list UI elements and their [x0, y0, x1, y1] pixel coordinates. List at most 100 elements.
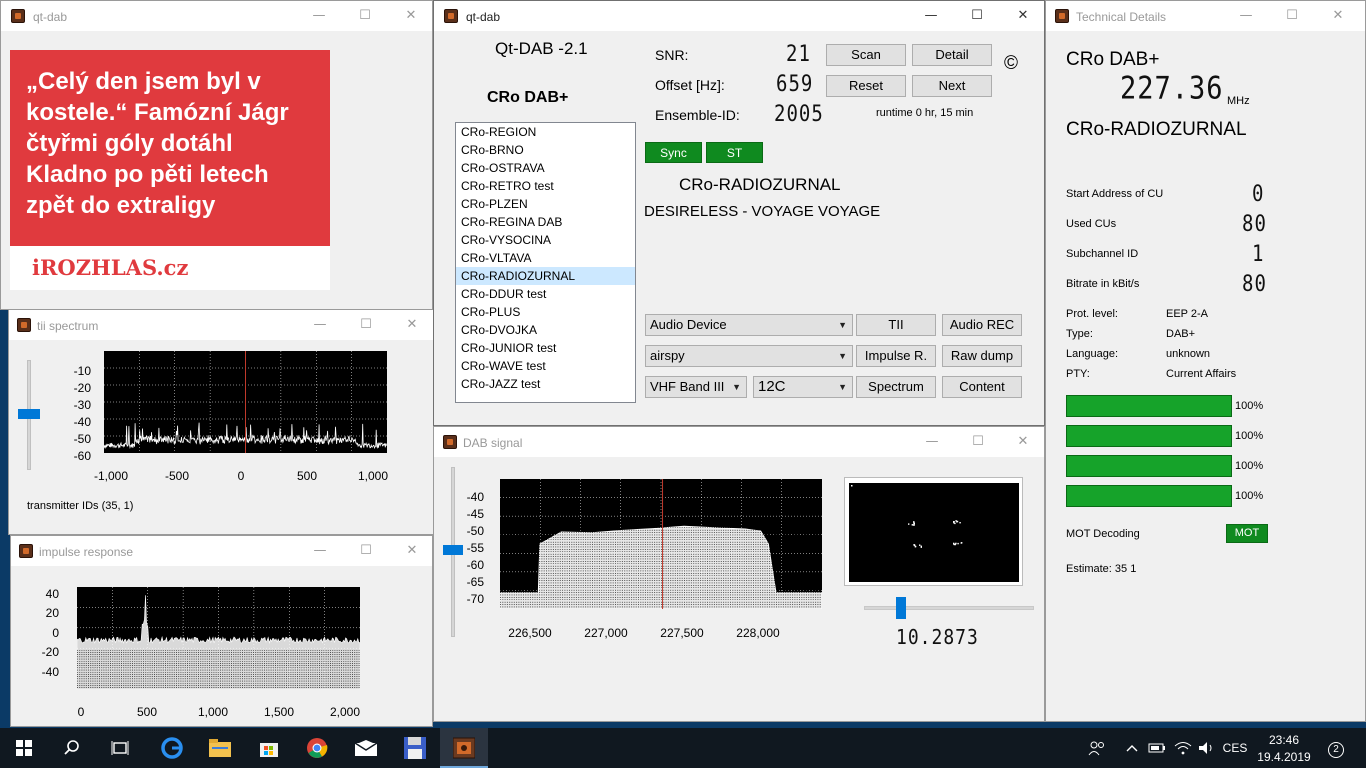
battery-icon[interactable]: [1146, 728, 1168, 768]
constellation-point: [956, 520, 959, 523]
maximize-icon[interactable]: ☐: [342, 1, 388, 31]
service-list-item[interactable]: CRo-VLTAVA: [456, 249, 635, 267]
current-service-label: CRo-RADIOZURNAL: [679, 175, 841, 194]
close-icon[interactable]: ✕: [1000, 427, 1044, 457]
minimize-icon[interactable]: —: [908, 1, 954, 31]
service-list-item[interactable]: CRo-OSTRAVA: [456, 159, 635, 177]
minimize-icon[interactable]: —: [297, 310, 343, 340]
channel-select[interactable]: 12C ▼: [753, 376, 853, 398]
impulse-series-area: [77, 595, 360, 689]
minimize-icon[interactable]: —: [297, 536, 343, 566]
service-list-item[interactable]: CRo-PLUS: [456, 303, 635, 321]
main-titlebar[interactable]: qt-dab — ☐ ✕: [434, 1, 1044, 31]
constellation-point: [913, 522, 915, 524]
people-icon[interactable]: [1084, 728, 1110, 768]
wifi-icon[interactable]: [1172, 728, 1194, 768]
tii-window-title: tii spectrum: [37, 319, 99, 333]
audio-device-select[interactable]: Audio Device ▼: [645, 314, 853, 336]
y-tick-label: -60: [73, 449, 91, 463]
qtdab-taskbar-icon[interactable]: [440, 728, 488, 768]
tech-titlebar[interactable]: Technical Details — ☐ ✕: [1046, 1, 1365, 31]
clock[interactable]: 23:46 19.4.2019: [1252, 728, 1316, 768]
service-list-item[interactable]: CRo-DVOJKA: [456, 321, 635, 339]
input-device-select[interactable]: airspy ▼: [645, 345, 853, 367]
minimize-icon[interactable]: —: [296, 1, 342, 31]
service-list-item[interactable]: CRo-DDUR test: [456, 285, 635, 303]
service-list-item[interactable]: CRo-REGION: [456, 123, 635, 141]
maximize-icon[interactable]: ☐: [954, 1, 1000, 31]
volume-icon[interactable]: [1196, 728, 1218, 768]
constellation-slider-handle[interactable]: [896, 597, 906, 619]
file-explorer-icon[interactable]: [196, 728, 244, 768]
input-language[interactable]: CES: [1220, 728, 1250, 768]
news-brand-logo[interactable]: iROZHLAS.cz: [10, 246, 330, 290]
spectrum-button[interactable]: Spectrum: [856, 376, 936, 398]
scan-button[interactable]: Scan: [826, 44, 906, 66]
mail-icon[interactable]: [342, 728, 390, 768]
maximize-icon[interactable]: ☐: [1269, 1, 1315, 31]
news-titlebar[interactable]: qt-dab — ☐ ✕: [1, 1, 432, 31]
pty-value: Current Affairs: [1166, 368, 1237, 380]
signal-window-title: DAB signal: [463, 436, 523, 450]
service-list-item[interactable]: CRo-JUNIOR test: [456, 339, 635, 357]
chevron-up-icon[interactable]: [1122, 728, 1142, 768]
windows-start-icon[interactable]: [0, 728, 48, 768]
minimize-icon[interactable]: —: [909, 427, 955, 457]
service-list-item[interactable]: CRo-RADIOZURNAL: [456, 267, 635, 285]
close-icon[interactable]: ✕: [389, 536, 432, 566]
edge-browser-icon[interactable]: [148, 728, 196, 768]
band-select[interactable]: VHF Band III ▼: [645, 376, 747, 398]
service-list-item[interactable]: CRo-PLZEN: [456, 195, 635, 213]
news-headline[interactable]: „Celý den jsem byl v kostele.“ Famózní J…: [10, 50, 330, 246]
maximize-icon[interactable]: ☐: [343, 536, 389, 566]
quality-bar: [1066, 425, 1232, 447]
search-icon[interactable]: [48, 728, 96, 768]
detail-button[interactable]: Detail: [912, 44, 992, 66]
tii-slider-handle[interactable]: [18, 409, 40, 419]
copyright-icon[interactable]: ©: [1004, 53, 1018, 75]
store-icon[interactable]: [245, 728, 293, 768]
y-tick-label: -40: [73, 415, 91, 429]
ensemble-id-value: 2005: [774, 101, 824, 127]
constellation-slider-track[interactable]: [864, 606, 1034, 610]
y-tick-label: -20: [73, 381, 91, 395]
impulse-window: impulse response — ☐ ✕ 40 20 0 -20 -40 0 500 1…: [10, 535, 433, 727]
y-tick-label: -70: [466, 592, 484, 606]
tii-button[interactable]: TII: [856, 314, 936, 336]
service-list-item[interactable]: CRo-BRNO: [456, 141, 635, 159]
impulse-response-button[interactable]: Impulse R.: [856, 345, 936, 367]
service-list-item[interactable]: CRo-REGINA DAB: [456, 213, 635, 231]
signal-spectrum-plot: [500, 479, 822, 609]
service-list-item[interactable]: CRo-WAVE test: [456, 357, 635, 375]
service-list[interactable]: CRo-REGION CRo-BRNO CRo-OSTRAVA CRo-RETRO t…: [455, 122, 636, 403]
constellation-point: [851, 485, 853, 487]
save-floppy-icon[interactable]: [391, 728, 439, 768]
service-list-item[interactable]: CRo-JAZZ test: [456, 375, 635, 393]
qtdab-app-icon: [443, 435, 457, 449]
signal-titlebar[interactable]: DAB signal — ☐ ✕: [434, 427, 1044, 457]
next-button[interactable]: Next: [912, 75, 992, 97]
minimize-icon[interactable]: —: [1223, 1, 1269, 31]
quality-percent: 100%: [1235, 460, 1264, 472]
impulse-titlebar[interactable]: impulse response — ☐ ✕: [11, 536, 432, 566]
service-list-item[interactable]: CRo-RETRO test: [456, 177, 635, 195]
notification-icon[interactable]: 2: [1322, 728, 1350, 768]
audio-rec-button[interactable]: Audio REC: [942, 314, 1022, 336]
raw-dump-button[interactable]: Raw dump: [942, 345, 1022, 367]
service-list-item[interactable]: CRo-VYSOCINA: [456, 231, 635, 249]
y-tick-label: -65: [466, 575, 484, 589]
content-button[interactable]: Content: [942, 376, 1022, 398]
tii-titlebar[interactable]: tii spectrum — ☐ ✕: [9, 310, 434, 340]
close-icon[interactable]: ✕: [389, 310, 434, 340]
constellation-point: [908, 523, 910, 525]
chrome-icon[interactable]: [293, 728, 341, 768]
close-icon[interactable]: ✕: [1000, 1, 1044, 31]
ensemble-id-label: Ensemble-ID:: [655, 107, 740, 123]
maximize-icon[interactable]: ☐: [955, 427, 1001, 457]
reset-button[interactable]: Reset: [826, 75, 906, 97]
task-view-icon[interactable]: [96, 728, 144, 768]
maximize-icon[interactable]: ☐: [343, 310, 389, 340]
close-icon[interactable]: ✕: [1315, 1, 1361, 31]
close-icon[interactable]: ✕: [388, 1, 432, 31]
sync-indicator: Sync: [645, 142, 702, 163]
